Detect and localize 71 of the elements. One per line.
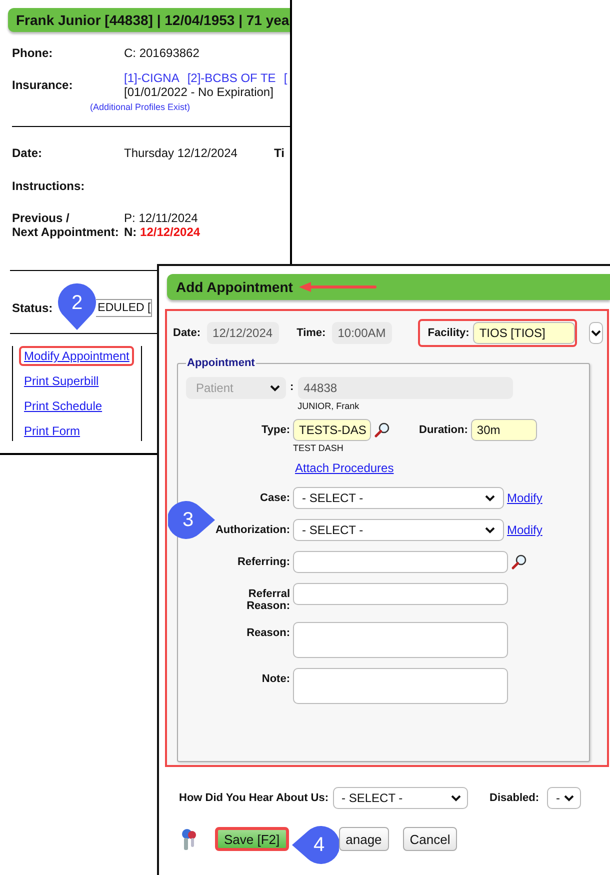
modify-link[interactable]: Modify (507, 523, 542, 537)
field-label: Previous / (12, 211, 70, 225)
action-link[interactable]: Modify Appointment (19, 346, 134, 366)
field-label: Phone: (12, 46, 54, 60)
insurance-link[interactable]: [1]-CIGNA (124, 71, 180, 85)
action-link[interactable]: Print Form (19, 421, 86, 441)
form-button[interactable]: Cancel (402, 827, 458, 851)
field-value: P: 12/11/2024 (124, 211, 199, 225)
field-value: [01/01/2022 - No Expiration] (124, 85, 274, 99)
field-label: Next Appointment: (12, 225, 120, 239)
window-title: Add Appointment (175, 279, 293, 295)
input-field[interactable] (293, 583, 508, 605)
insurance-link[interactable]: [2]-BCBS OF TE (187, 71, 276, 85)
form-button[interactable]: anage (338, 827, 389, 851)
field-label: Date: (12, 146, 44, 160)
chevron-icon (591, 330, 602, 336)
chevron-icon (485, 494, 495, 502)
input-field[interactable] (293, 551, 508, 573)
field-label: Reason: (246, 626, 290, 639)
attach-link[interactable]: Attach Procedures (295, 461, 394, 475)
duration-field[interactable]: 30m (470, 419, 537, 441)
field-label: How Did You Hear About Us: (179, 792, 329, 804)
chevron-icon (564, 794, 574, 802)
insurance-link[interactable]: [ (284, 71, 288, 85)
window-title: Frank Junior [44838] | 12/04/1953 | 71 yea (15, 12, 290, 28)
select-field[interactable]: - (547, 787, 582, 809)
dropdown-button[interactable] (589, 322, 603, 344)
field-label: Status: (12, 301, 53, 315)
field-label: Referring: (237, 555, 290, 568)
time-field[interactable]: 10:00AM (332, 322, 392, 344)
field-label: Disabled: (490, 792, 540, 804)
magnifier-icon[interactable] (511, 554, 527, 570)
chevron-icon (485, 526, 495, 534)
field-label: Ti (274, 146, 284, 160)
profiles-note: (Additional Profiles Exist) (90, 102, 190, 112)
callout-marker: 2 (57, 283, 97, 331)
patient-name: JUNIOR, Frank (298, 401, 360, 411)
field-label: Authorization: (215, 523, 290, 536)
field-label: Note: (262, 672, 290, 685)
field-label: Type: (261, 423, 290, 436)
chevron-icon (450, 794, 461, 802)
chevron-icon (270, 384, 280, 392)
status-field[interactable]: EDULED [ (96, 299, 152, 317)
callout-marker: 4 (291, 825, 339, 865)
field-value: C: 201693862 (124, 46, 200, 60)
action-link[interactable]: Print Schedule (19, 396, 108, 416)
field-label: Date: (173, 327, 201, 339)
action-link[interactable]: Print Superbill (19, 371, 104, 391)
type-field[interactable]: TESTS-DAS (293, 419, 371, 441)
select-field[interactable]: - SELECT - (293, 519, 504, 541)
select-field[interactable]: - SELECT - (293, 487, 504, 509)
modify-link[interactable]: Modify (507, 491, 542, 505)
type-description: TEST DASH (293, 443, 344, 453)
separator: : (290, 380, 294, 393)
field-label: Referral Reason: (246, 587, 290, 612)
date-field[interactable]: 12/12/2024 (206, 322, 279, 344)
field-label: Duration: (419, 424, 468, 436)
field-label: Instructions: (12, 179, 86, 193)
callout-marker: 3 (168, 500, 216, 540)
form-button[interactable]: Save [F2] (215, 827, 289, 851)
field-value: Thursday 12/12/2024 (124, 146, 238, 160)
group-legend: Appointment (186, 357, 256, 369)
field-label: Insurance: (12, 78, 74, 92)
field-label: Time: (296, 327, 326, 339)
field-label: Facility: (428, 327, 470, 339)
field-label: Case: (260, 491, 290, 504)
facility-field[interactable]: TIOS [TIOS] (473, 322, 576, 344)
select-field[interactable]: - SELECT - (332, 787, 468, 809)
magnifier-icon[interactable] (374, 422, 390, 438)
field-value: N: 12/12/2024 (124, 225, 200, 239)
patient-field[interactable]: 44838 (298, 377, 513, 399)
